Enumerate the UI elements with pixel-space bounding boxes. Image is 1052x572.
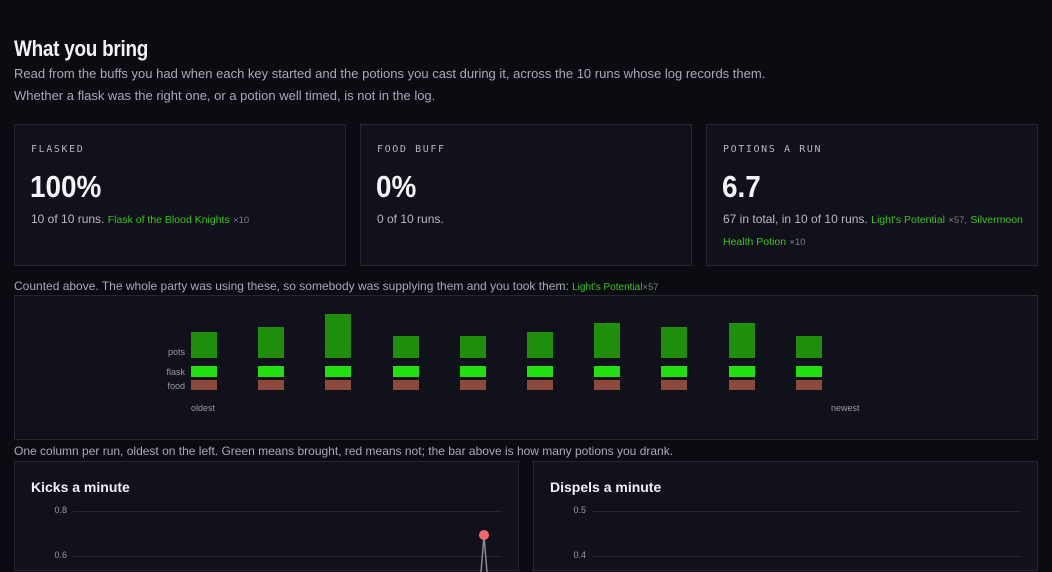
pots-bar	[796, 336, 822, 358]
food-cell	[258, 380, 284, 390]
card-value: 6.7	[722, 169, 761, 204]
card-detail: 0 of 10 runs.	[377, 209, 679, 230]
card-detail-text: 67 in total, in 10 of 10 runs.	[723, 212, 868, 226]
food-cell	[527, 380, 553, 390]
pots-bar	[527, 332, 553, 358]
pots-bar	[661, 327, 687, 358]
flask-cell	[460, 366, 486, 377]
pots-bar	[393, 336, 419, 358]
gridline	[592, 511, 1021, 512]
pots-bar	[729, 323, 755, 358]
flasked-card: FLASKED 100% 10 of 10 runs. Flask of the…	[14, 124, 346, 266]
potions-card: POTIONS A RUN 6.7 67 in total, in 10 of …	[706, 124, 1038, 266]
food-cell	[661, 380, 687, 390]
runs-chart: pots flask food oldest newest	[14, 295, 1038, 440]
kicks-panel: Kicks a minute 0.8 0.6	[14, 461, 519, 572]
intro-line-1: Read from the buffs you had when each ke…	[14, 66, 766, 81]
flask-cell	[661, 366, 687, 377]
card-detail: 10 of 10 runs. Flask of the Blood Knight…	[31, 209, 333, 231]
pots-bar	[325, 314, 351, 358]
row-label-pots: pots	[167, 347, 185, 357]
counted-note-text: Counted above. The whole party was using…	[14, 279, 569, 293]
card-value: 0%	[376, 169, 417, 204]
flask-cell	[796, 366, 822, 377]
food-cell	[393, 380, 419, 390]
legend-note: One column per run, oldest on the left. …	[14, 444, 674, 458]
item-count: ×10	[233, 215, 250, 226]
flask-cell	[729, 366, 755, 377]
counted-note-item: Light's Potential	[572, 282, 643, 293]
data-point	[479, 530, 489, 540]
flask-cell	[594, 366, 620, 377]
gridline	[592, 556, 1021, 557]
pots-bar	[191, 332, 217, 358]
dispels-panel: Dispels a minute 0.5 0.4	[533, 461, 1038, 571]
card-detail-text: 10 of 10 runs.	[31, 212, 105, 226]
kicks-line	[479, 530, 489, 572]
pots-bar	[258, 327, 284, 358]
food-cell	[796, 380, 822, 390]
food-cell	[325, 380, 351, 390]
food-cell	[191, 380, 217, 390]
item-name: Flask of the Blood Knights	[107, 214, 230, 226]
axis-label-newest: newest	[831, 403, 860, 413]
card-label: POTIONS A RUN	[723, 144, 823, 155]
card-detail: 67 in total, in 10 of 10 runs. Light's P…	[723, 209, 1025, 253]
card-label: FLASKED	[31, 144, 85, 155]
food-cell	[594, 380, 620, 390]
food-cell	[460, 380, 486, 390]
pots-bar	[460, 336, 486, 358]
pots-bar	[594, 323, 620, 358]
row-label-food: food	[167, 381, 185, 391]
intro-line-2: Whether a flask was the right one, or a …	[14, 88, 436, 103]
flask-cell	[527, 366, 553, 377]
item-count: ×57,	[948, 215, 968, 226]
food-cell	[729, 380, 755, 390]
flask-cell	[258, 366, 284, 377]
row-label-flask: flask	[166, 367, 185, 377]
food-buff-card: FOOD BUFF 0% 0 of 10 runs.	[360, 124, 692, 266]
page-title: What you bring	[14, 36, 149, 61]
axis-label-oldest: oldest	[191, 403, 216, 413]
card-label: FOOD BUFF	[377, 144, 446, 155]
card-value: 100%	[30, 169, 102, 204]
flask-cell	[393, 366, 419, 377]
counted-note: Counted above. The whole party was using…	[14, 279, 659, 293]
flask-cell	[325, 366, 351, 377]
counted-note-count: ×57	[642, 282, 659, 293]
item-name: Light's Potential	[871, 214, 945, 226]
item-count: ×10	[789, 237, 806, 248]
card-detail-text: 0 of 10 runs.	[377, 212, 444, 226]
panel-title: Dispels a minute	[550, 479, 662, 495]
y-tick: 0.4	[573, 550, 586, 560]
flask-cell	[191, 366, 217, 377]
y-tick: 0.5	[573, 505, 586, 515]
